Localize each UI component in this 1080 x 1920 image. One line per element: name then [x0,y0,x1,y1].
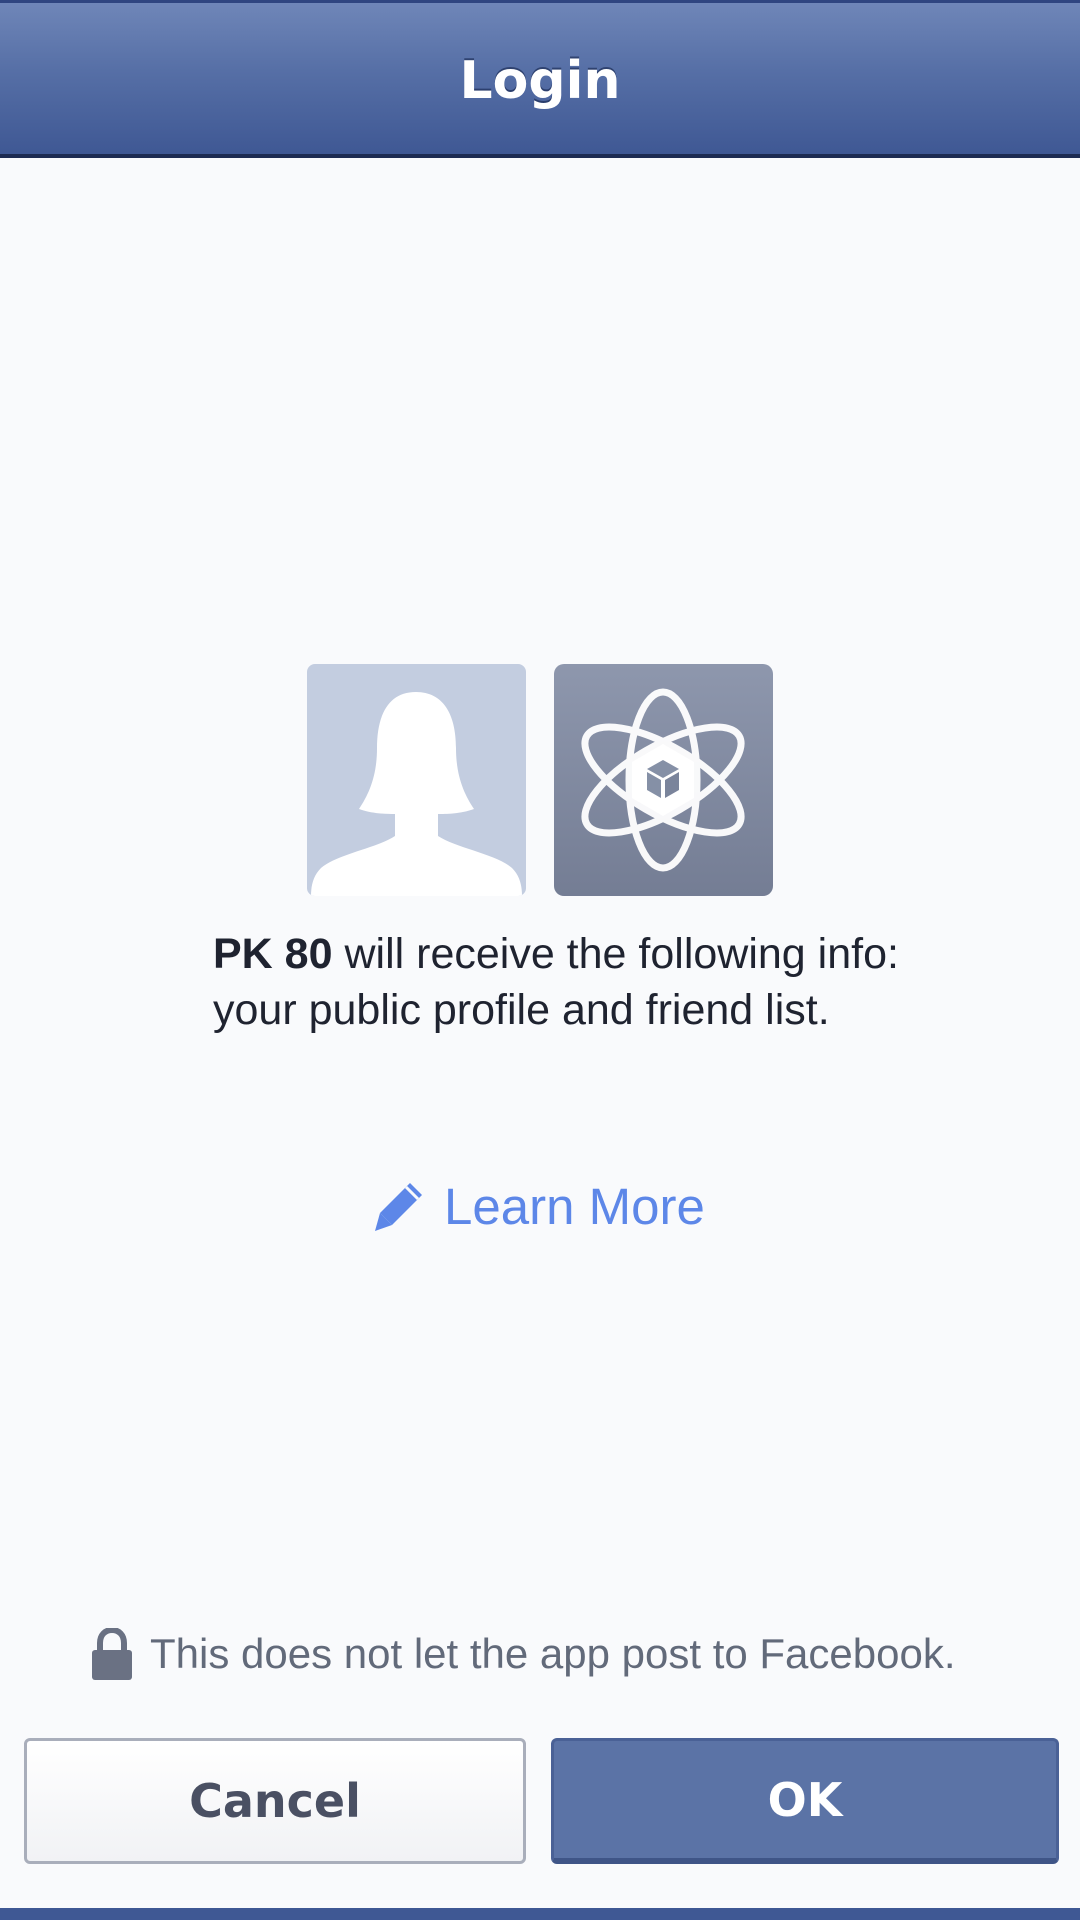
learn-more-label: Learn More [444,1177,705,1235]
permission-info-text: PK 80 will receive the following info: y… [213,926,1013,1038]
login-dialog-screen: Login PK 80 will receive the following i… [0,0,1080,1920]
post-permission-notice: This does not let the app post to Facebo… [90,1626,956,1682]
app-name: PK 80 [213,930,333,978]
bottom-bar [0,1908,1080,1920]
header-bar: Login [0,0,1080,158]
app-avatar [554,664,773,896]
user-silhouette-icon [311,692,522,896]
page-title: Login [459,51,621,111]
permission-info-line2: your public profile and friend list. [213,986,830,1034]
pencil-icon [375,1183,422,1231]
lock-icon [92,1628,132,1680]
ok-button[interactable]: OK [551,1738,1059,1864]
learn-more-link[interactable]: Learn More [372,1176,705,1236]
user-avatar [307,664,526,896]
cancel-button[interactable]: Cancel [24,1738,526,1864]
notice-text: This does not let the app post to Facebo… [150,1630,956,1677]
permission-info-line1: will receive the following info: [332,930,899,978]
atom-cube-icon [581,688,745,872]
